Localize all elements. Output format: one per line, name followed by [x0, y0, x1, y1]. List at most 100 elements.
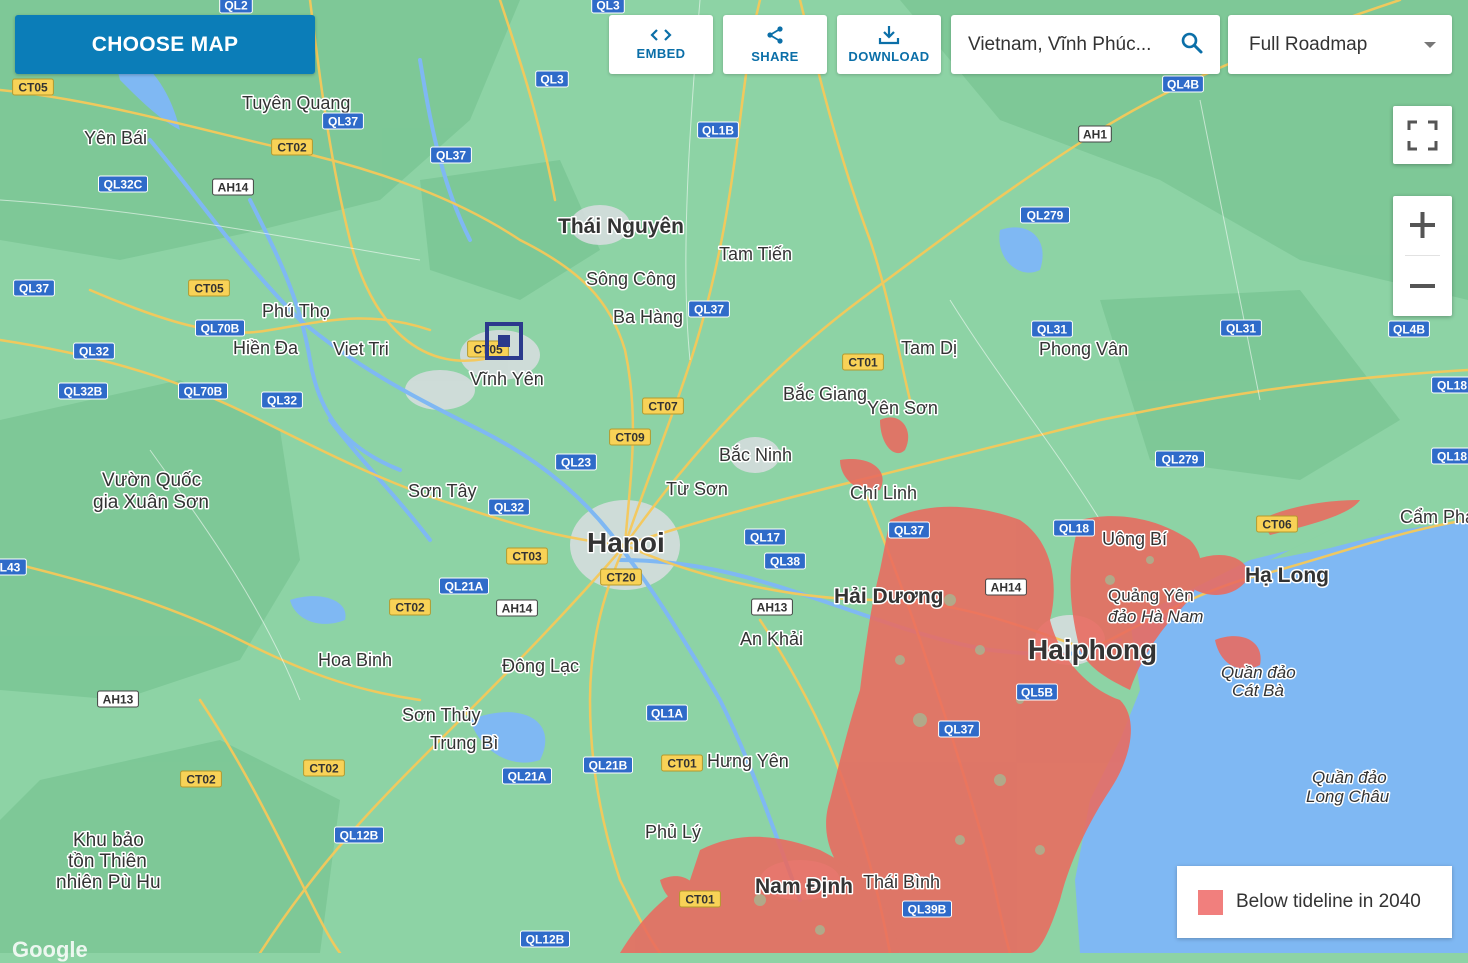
legend: Below tideline in 2040 [1177, 866, 1452, 938]
embed-button[interactable]: EMBED [609, 15, 713, 74]
search-icon[interactable] [1180, 31, 1204, 55]
route-shield-label: QL37 [436, 149, 466, 163]
route-shield: AH1 [1078, 125, 1112, 143]
fullscreen-icon [1407, 120, 1438, 151]
route-shield-label: QL18 [1437, 450, 1467, 464]
zoom-in-button[interactable] [1393, 196, 1452, 254]
route-shield-label: QL21A [445, 580, 484, 594]
route-shield: CT06 [1256, 515, 1298, 533]
route-shield-label: QL31 [1037, 323, 1067, 337]
route-shield-label: QL37 [694, 303, 724, 317]
route-shield-label: QL12B [340, 829, 379, 843]
route-shield-label: QL18 [1059, 522, 1089, 536]
route-shield: QL3 [591, 0, 625, 14]
city-label: Vĩnh Yên [470, 369, 544, 389]
route-shield-label: CT02 [277, 141, 307, 155]
route-shield: CT01 [842, 353, 884, 371]
route-shield: CT05 [12, 78, 54, 96]
route-shield-label: QL37 [944, 723, 974, 737]
route-shield: QL37 [322, 112, 364, 130]
route-shield: QL32C [98, 175, 148, 193]
city-label: nhiên Pù Hu [56, 872, 161, 893]
route-shield: QL279 [1155, 450, 1205, 468]
route-shield-label: CT03 [512, 550, 542, 564]
route-shield-label: CT05 [18, 81, 48, 95]
route-shield-label: QL23 [561, 456, 591, 470]
city-label: Phong Vân [1039, 339, 1128, 359]
route-shield: CT09 [609, 428, 651, 446]
route-shield-label: AH13 [757, 601, 788, 615]
route-shield: CT07 [642, 397, 684, 415]
route-shield-label: QL70B [184, 385, 223, 399]
route-shield: QL21B [583, 756, 633, 774]
city-label: Khu bảo [73, 830, 144, 851]
share-button[interactable]: SHARE [723, 15, 827, 74]
search-input[interactable] [968, 33, 1168, 56]
city-label: Chí Linh [850, 483, 917, 503]
map-type-select[interactable]: Full Roadmap [1228, 15, 1452, 74]
city-label: Haiphong [1028, 634, 1157, 665]
route-shield: CT02 [180, 770, 222, 788]
route-shield: L43 [0, 558, 27, 576]
choose-map-button[interactable]: CHOOSE MAP [15, 15, 315, 74]
map-canvas[interactable]: Hanoi Haiphong Thái Nguyên Nam Định Hải … [0, 0, 1468, 953]
city-label: Phủ Lý [645, 822, 701, 842]
route-shield-label: QL37 [19, 282, 49, 296]
route-shield-label: CT02 [395, 601, 425, 615]
embed-label: EMBED [636, 46, 686, 61]
route-shield: QL31 [1220, 319, 1262, 337]
route-shield: QL39B [902, 900, 952, 918]
route-shield-label: CT01 [685, 893, 715, 907]
route-shield: QL21A [502, 767, 552, 785]
city-label: Bắc Giang [783, 383, 867, 404]
route-shield-label: CT01 [667, 757, 697, 771]
route-shield-label: QL21A [508, 770, 547, 784]
route-shield: QL18 [1431, 447, 1468, 465]
route-shield: QL12B [334, 826, 384, 844]
map-type-selected: Full Roadmap [1249, 33, 1368, 55]
route-shield: QL21A [439, 577, 489, 595]
route-shield-label: CT02 [309, 762, 339, 776]
google-logo: Google [12, 937, 88, 962]
fullscreen-button[interactable] [1393, 106, 1452, 164]
route-shield: QL37 [938, 720, 980, 738]
route-shield: QL12B [520, 930, 570, 948]
city-label: Nam Định [755, 875, 853, 898]
search-box[interactable] [951, 15, 1220, 74]
route-shield-label: QL17 [750, 531, 780, 545]
zoom-out-button[interactable] [1393, 257, 1452, 315]
route-shield-label: QL38 [770, 555, 800, 569]
city-label: đảo Hà Nam [1108, 607, 1203, 626]
download-icon [878, 26, 900, 45]
city-label: Hưng Yên [707, 751, 789, 771]
city-label: Đông Lạc [502, 656, 579, 676]
route-shield: QL18 [1053, 519, 1095, 537]
route-shield: CT05 [188, 279, 230, 297]
route-shield: AH14 [985, 578, 1027, 596]
route-shield-label: QL32 [79, 345, 109, 359]
route-shield: QL37 [13, 279, 55, 297]
route-shield-label: QL32 [267, 394, 297, 408]
city-label: Quần đảo [1312, 768, 1387, 787]
route-shield-label: QL2 [224, 0, 248, 13]
route-shield: QL70B [178, 382, 228, 400]
route-shield: AH14 [496, 599, 538, 617]
route-shield-label: QL70B [201, 322, 240, 336]
download-button[interactable]: DOWNLOAD [837, 15, 941, 74]
route-shield-label: AH14 [218, 181, 249, 195]
route-shield: QL1A [646, 704, 688, 722]
city-label: Tuyên Quang [242, 93, 350, 113]
route-shield-label: CT06 [1262, 518, 1292, 532]
route-shield-label: QL32B [64, 385, 103, 399]
route-shield-label: QL18 [1437, 379, 1467, 393]
zoom-control [1393, 196, 1452, 316]
route-shield: QL279 [1020, 206, 1070, 224]
route-shield: CT01 [661, 754, 703, 772]
city-label: Yên Sơn [867, 398, 938, 418]
route-shield: QL5B [1016, 683, 1058, 701]
route-shield-label: AH14 [991, 581, 1022, 595]
route-shield: AH14 [212, 178, 254, 196]
city-label: Hanoi [587, 527, 665, 558]
city-label: Tam Dị [901, 338, 957, 358]
route-shield-label: QL4B [1393, 323, 1425, 337]
